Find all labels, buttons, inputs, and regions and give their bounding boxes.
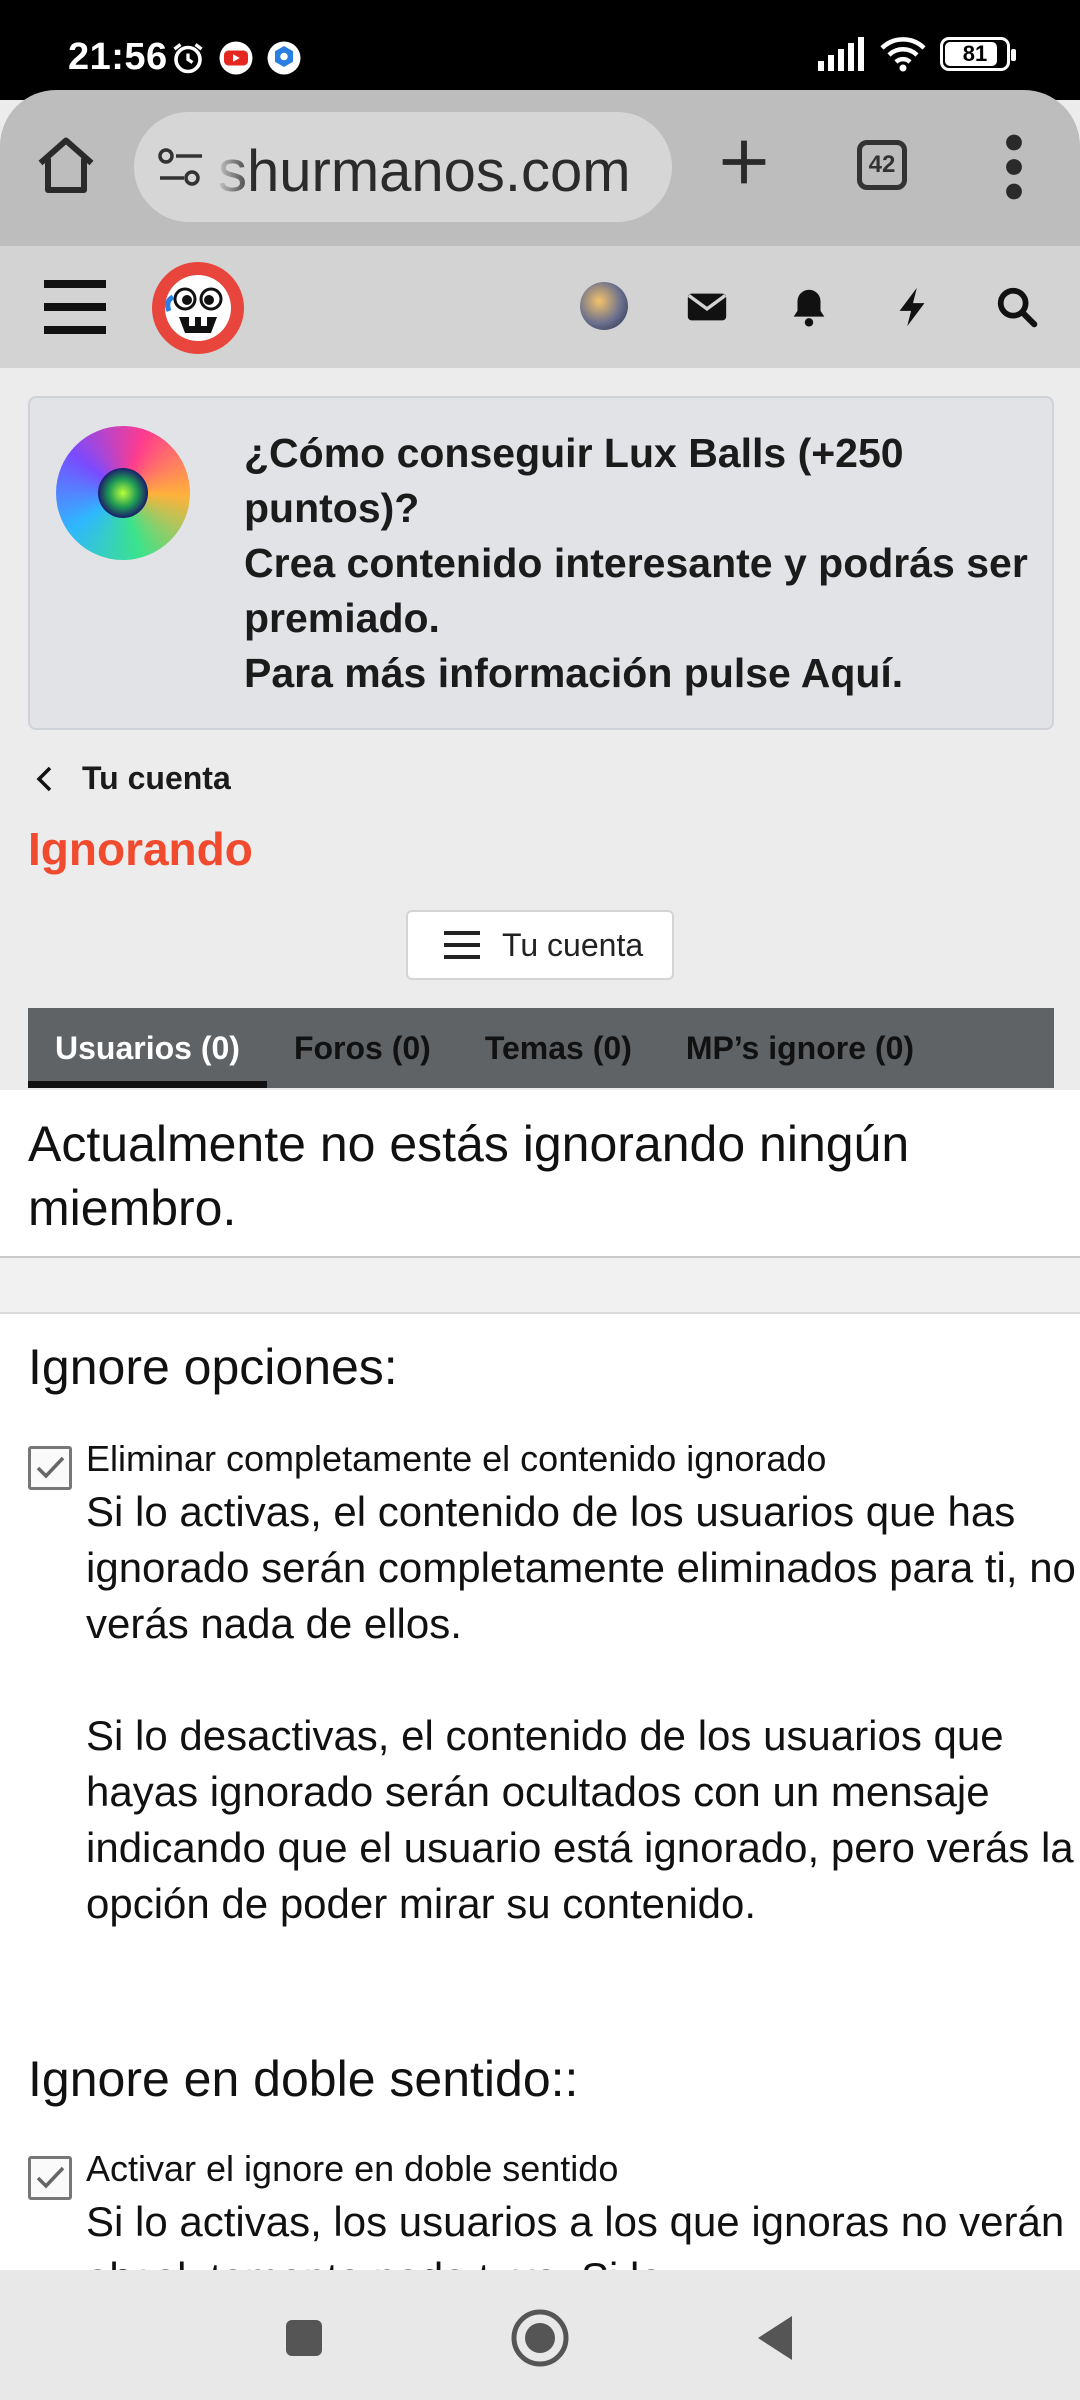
recents-square-icon[interactable] [272,2306,336,2370]
battery-level: 81 [962,41,988,66]
youtube-icon [219,41,253,75]
remove-content-checkbox[interactable] [28,1446,72,1490]
two-way-ignore-checkbox[interactable] [28,2156,72,2200]
status-time: 21:56 [68,36,168,78]
chevron-left-icon [36,766,52,791]
battery-indicator: 81 [940,37,1016,71]
tab-foros[interactable]: Foros (0) [267,1008,458,1088]
wifi-icon [880,37,926,72]
home-circle-icon[interactable] [508,2306,572,2370]
site-header [0,246,1080,368]
page-title: Ignorando [28,823,253,875]
banner-line-2: Crea contenido interesante y podrás ser … [244,540,1028,641]
search-icon[interactable] [994,284,1040,330]
list-menu-icon [444,931,480,959]
home-icon[interactable] [30,130,102,202]
account-menu-label: Tu cuenta [502,926,644,963]
signal-icon [818,37,864,71]
banner-text: ¿Cómo conseguir Lux Balls (+250 puntos)?… [244,426,1034,701]
empty-state-message: Actualmente no estás ignorando ningún mi… [28,1116,910,1236]
site-settings-icon[interactable] [156,146,206,190]
messages-icon[interactable] [684,284,730,330]
tab-switcher-button[interactable]: 42 [857,140,907,190]
notifications-bell-icon[interactable] [786,284,832,330]
url-text: shurmanos.com [218,139,631,204]
remove-content-description: Si lo activas, el contenido de los usuar… [86,1484,1076,1932]
breadcrumb[interactable]: Tu cuenta [32,760,231,797]
banner-line-1: ¿Cómo conseguir Lux Balls (+250 puntos)? [244,430,904,531]
new-tab-icon[interactable] [712,130,776,194]
tab-temas[interactable]: Temas (0) [458,1008,659,1088]
status-bar: 21:56 81 [0,0,1080,100]
remove-content-desc-2: Si lo desactivas, el contenido de los us… [86,1712,1074,1927]
two-way-ignore-title: Ignore en doble sentido:: [28,2051,579,2107]
divider [0,1256,1080,1314]
ignore-tabs: Usuarios (0) Foros (0) Temas (0) MP’s ig… [28,1008,1054,1088]
option-remove-content: Eliminar completamente el contenido igno… [28,1438,1076,1978]
app-notification-icon [267,41,301,75]
browser-toolbar: shurmanos.com 42 [0,90,1080,246]
banner-line-3[interactable]: Para más información pulse Aquí. [244,646,1034,701]
tab-usuarios[interactable]: Usuarios (0) [28,1008,267,1088]
breadcrumb-label[interactable]: Tu cuenta [82,760,231,797]
remove-content-desc-1: Si lo activas, el contenido de los usuar… [86,1488,1076,1647]
back-triangle-icon[interactable] [744,2306,808,2370]
main-content: Actualmente no estás ignorando ningún mi… [0,1090,1080,2301]
ignore-options-title: Ignore opciones: [28,1339,398,1395]
promo-banner[interactable]: ¿Cómo conseguir Lux Balls (+250 puntos)?… [28,396,1054,730]
remove-content-label[interactable]: Eliminar completamente el contenido igno… [86,1438,826,1480]
checkmark-icon [36,1456,65,1479]
user-avatar[interactable] [580,282,628,330]
alarm-icon [173,43,203,74]
checkmark-icon [36,2166,65,2189]
more-menu-icon[interactable] [996,132,1032,202]
hamburger-menu-icon[interactable] [44,278,106,336]
lightning-icon[interactable] [890,284,936,330]
two-way-ignore-label[interactable]: Activar el ignore en doble sentido [86,2148,618,2190]
address-bar[interactable]: shurmanos.com [134,112,672,222]
tab-mps-ignore[interactable]: MP’s ignore (0) [659,1008,941,1088]
lux-ball-image [56,426,190,560]
site-logo[interactable] [152,262,244,354]
account-menu-button[interactable]: Tu cuenta [406,910,674,980]
mascot-logo-icon [165,275,231,341]
option-two-way-ignore: Activar el ignore en doble sentido Si lo… [28,2148,1064,2301]
system-nav-bar [0,2270,1080,2400]
